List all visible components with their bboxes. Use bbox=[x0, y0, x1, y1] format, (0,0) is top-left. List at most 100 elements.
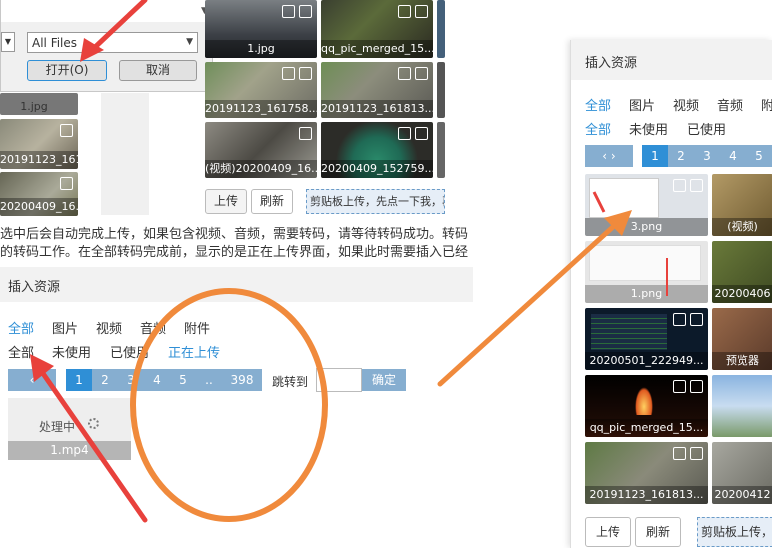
right-page-3[interactable]: 3 bbox=[694, 145, 720, 167]
dialog-combo-left[interactable]: ▼ bbox=[1, 32, 15, 52]
right-type-tab-attachment[interactable]: 附 bbox=[761, 95, 772, 114]
left-type-tab-video[interactable]: 视频 bbox=[96, 318, 122, 337]
bg-thumb-2[interactable]: 20191123_161758... bbox=[0, 119, 78, 169]
checkbox-icon[interactable] bbox=[415, 5, 428, 18]
right-status-tab-used[interactable]: 已使用 bbox=[687, 119, 726, 138]
left-panel-title: 插入资源 bbox=[8, 280, 61, 295]
right-thumb-6[interactable]: 预览器 bbox=[712, 308, 772, 370]
checkbox-icon[interactable] bbox=[690, 313, 703, 326]
left-status-tab-all[interactable]: 全部 bbox=[8, 342, 34, 361]
edit-icon[interactable] bbox=[398, 5, 411, 18]
left-status-tab-unused[interactable]: 未使用 bbox=[52, 342, 91, 361]
checkbox-icon[interactable] bbox=[60, 124, 73, 137]
right-thumb-10[interactable]: 20200412 bbox=[712, 442, 772, 504]
grid-thumb-6[interactable]: 20200409_152759... bbox=[321, 122, 433, 178]
right-thumb-9[interactable]: 20191123_161813... bbox=[585, 442, 708, 504]
right-thumb-5[interactable]: 20200501_222949... bbox=[585, 308, 708, 370]
right-page-1[interactable]: 1 bbox=[642, 145, 668, 167]
grid-thumb-3[interactable]: 20191123_161758... bbox=[205, 62, 317, 118]
right-type-tab-image[interactable]: 图片 bbox=[629, 95, 655, 114]
checkbox-icon[interactable] bbox=[299, 127, 312, 140]
loading-spinner-icon bbox=[88, 418, 99, 429]
right-refresh-button[interactable]: 刷新 bbox=[635, 517, 681, 547]
right-status-tab-unused[interactable]: 未使用 bbox=[629, 119, 668, 138]
jump-page-input[interactable] bbox=[316, 368, 362, 392]
right-thumb-1[interactable]: 3.png bbox=[585, 174, 708, 236]
right-thumb-2[interactable]: (视频) bbox=[712, 174, 772, 236]
checkbox-icon[interactable] bbox=[299, 5, 312, 18]
thumb-caption: qq_pic_merged_15... bbox=[585, 419, 708, 437]
checkbox-icon[interactable] bbox=[60, 177, 73, 190]
grid-thumb-edge-3[interactable] bbox=[437, 122, 445, 178]
grid-thumb-edge-1[interactable] bbox=[437, 0, 445, 58]
left-page-4[interactable]: 4 bbox=[144, 369, 170, 391]
left-panel-header: 插入资源 bbox=[0, 267, 473, 302]
dialog-cancel-button[interactable]: 取消 bbox=[119, 60, 197, 81]
edit-icon[interactable] bbox=[282, 67, 295, 80]
left-page-last[interactable]: 398 bbox=[222, 369, 262, 391]
thumb-caption: (视频)20200409_16... bbox=[205, 160, 317, 178]
edit-icon[interactable] bbox=[673, 447, 686, 460]
checkbox-icon[interactable] bbox=[690, 179, 703, 192]
thumb-caption: 20200406 bbox=[712, 285, 772, 303]
edit-icon[interactable] bbox=[673, 179, 686, 192]
grid-thumb-4[interactable]: 20191123_161813... bbox=[321, 62, 433, 118]
jump-confirm-button[interactable]: 确定 bbox=[362, 369, 406, 391]
left-status-tab-uploading[interactable]: 正在上传 bbox=[168, 342, 220, 361]
right-page-2[interactable]: 2 bbox=[668, 145, 694, 167]
right-page-prev[interactable]: ‹ › bbox=[585, 145, 633, 167]
left-type-tab-attachment[interactable]: 附件 bbox=[184, 318, 210, 337]
right-thumb-8[interactable] bbox=[712, 375, 772, 437]
uploading-file-card[interactable]: 处理中 1.mp4 bbox=[8, 398, 131, 460]
right-status-tab-all[interactable]: 全部 bbox=[585, 119, 611, 138]
top-paste-upload[interactable]: 剪贴板上传，先点一下我，再 bbox=[306, 189, 445, 214]
checkbox-icon[interactable] bbox=[690, 380, 703, 393]
bg-thumb-3[interactable]: 20200409_16... bbox=[0, 172, 78, 216]
top-upload-button[interactable]: 上传 bbox=[205, 189, 247, 214]
right-type-tab-audio[interactable]: 音频 bbox=[717, 95, 743, 114]
left-page-5[interactable]: 5 bbox=[170, 369, 196, 391]
processing-status: 处理中 bbox=[39, 420, 76, 434]
left-page-3[interactable]: 3 bbox=[118, 369, 144, 391]
edit-icon[interactable] bbox=[398, 67, 411, 80]
dialog-file-list bbox=[1, 0, 205, 22]
checkbox-icon[interactable] bbox=[415, 127, 428, 140]
left-type-tab-audio[interactable]: 音频 bbox=[140, 318, 166, 337]
right-thumb-3[interactable]: 1.png bbox=[585, 241, 708, 303]
flame-preview bbox=[635, 387, 653, 415]
thumb-caption: 20200409_16... bbox=[0, 198, 78, 216]
top-refresh-button[interactable]: 刷新 bbox=[251, 189, 293, 214]
bg-thumb-1[interactable]: 1.jpg bbox=[0, 93, 78, 115]
right-upload-button[interactable]: 上传 bbox=[585, 517, 631, 547]
file-type-select[interactable]: All Files ▼ bbox=[27, 32, 198, 53]
left-page-1[interactable]: 1 bbox=[66, 369, 92, 391]
grid-thumb-edge-2[interactable] bbox=[437, 62, 445, 118]
left-status-tab-used[interactable]: 已使用 bbox=[110, 342, 149, 361]
right-page-4[interactable]: 4 bbox=[720, 145, 746, 167]
edit-icon[interactable] bbox=[673, 313, 686, 326]
right-type-tab-all[interactable]: 全部 bbox=[585, 95, 611, 114]
checkbox-icon[interactable] bbox=[415, 67, 428, 80]
thumb-caption: 20191123_161813... bbox=[585, 486, 708, 504]
left-type-tab-image[interactable]: 图片 bbox=[52, 318, 78, 337]
edit-icon[interactable] bbox=[282, 5, 295, 18]
right-panel: 插入资源 全部 图片 视频 音频 附 全部 未使用 已使用 ‹ › 1 2 3 … bbox=[570, 40, 772, 548]
checkbox-icon[interactable] bbox=[690, 447, 703, 460]
edit-icon[interactable] bbox=[398, 127, 411, 140]
left-type-tab-all[interactable]: 全部 bbox=[8, 318, 34, 337]
right-thumb-4[interactable]: 20200406 bbox=[712, 241, 772, 303]
file-type-value: All Files bbox=[32, 36, 78, 50]
right-type-tab-video[interactable]: 视频 bbox=[673, 95, 699, 114]
left-page-prev[interactable]: ‹ bbox=[8, 369, 56, 391]
right-thumb-7[interactable]: qq_pic_merged_15... bbox=[585, 375, 708, 437]
dialog-open-button[interactable]: 打开(O) bbox=[27, 60, 107, 81]
right-page-5[interactable]: 5 bbox=[746, 145, 772, 167]
right-paste-upload[interactable]: 剪贴板上传， bbox=[697, 517, 772, 547]
panel-scrollbar[interactable] bbox=[101, 93, 149, 215]
grid-thumb-2[interactable]: qq_pic_merged_15... bbox=[321, 0, 433, 58]
grid-thumb-5[interactable]: (视频)20200409_16... bbox=[205, 122, 317, 178]
grid-thumb-1[interactable]: 1.jpg bbox=[205, 0, 317, 58]
left-page-2[interactable]: 2 bbox=[92, 369, 118, 391]
edit-icon[interactable] bbox=[673, 380, 686, 393]
checkbox-icon[interactable] bbox=[299, 67, 312, 80]
